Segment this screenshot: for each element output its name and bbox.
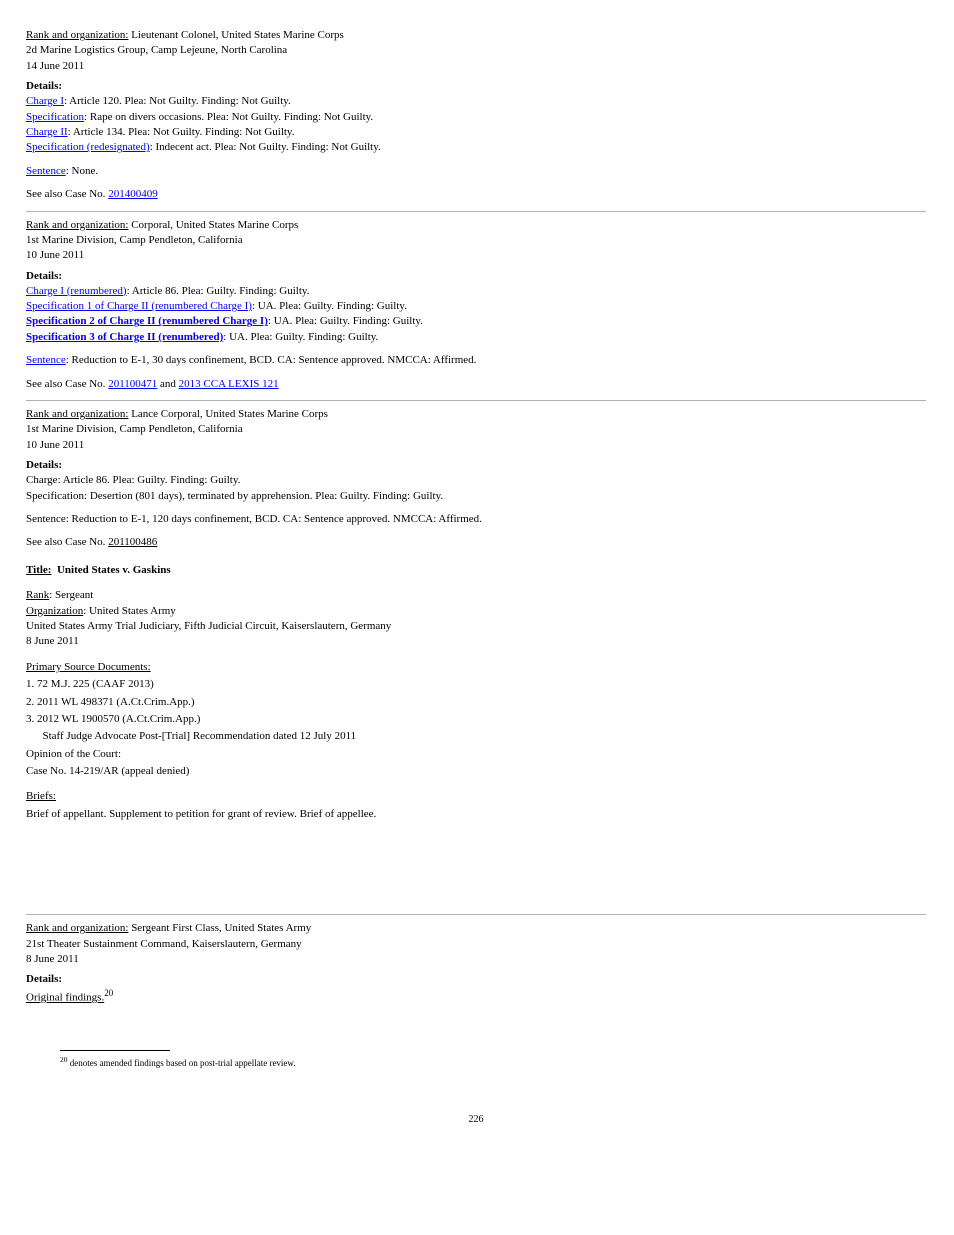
date-line: 10 June 2011 (26, 438, 926, 453)
detail-row: Specification 2 of Charge II (renumbered… (26, 314, 926, 329)
footnote-marker: 20 (60, 1055, 68, 1064)
caseno-value: 201100486 (108, 536, 157, 548)
footnote-separator (60, 1050, 170, 1051)
spec-link[interactable]: Specification (26, 111, 84, 123)
rank-label: Rank and organization: (26, 408, 128, 420)
brief-link: Brief of appellee. (300, 808, 377, 820)
unit-line: 1st Marine Division, Camp Pendleton, Cal… (26, 233, 926, 248)
separator (26, 914, 926, 915)
detail-row: Sentence: Reduction to E-1, 120 days con… (26, 512, 926, 527)
detail-row: Specification: Rape on divers occasions.… (26, 110, 926, 125)
details-heading: Details: (26, 270, 926, 282)
sentence-link[interactable]: Sentence (26, 354, 66, 366)
date-row: 8 June 2011 (26, 634, 926, 649)
caseno-link[interactable]: 201400409 (108, 188, 158, 200)
seealso-row: See also Case No. 201400409 (26, 187, 926, 202)
source-row: 1. 72 M.J. 225 (CAAF 2013) (26, 677, 926, 692)
details-heading: Details: (26, 80, 926, 92)
charge-link[interactable]: Charge I (renumbered) (26, 285, 127, 297)
org-row: Organization: United States Army (26, 604, 926, 619)
detail-row: Specification 3 of Charge II (renumbered… (26, 330, 926, 345)
date-line: 14 June 2011 (26, 59, 926, 74)
detail-row: Original findings.20 (26, 987, 926, 1006)
rank-value: Lance Corporal, United States Marine Cor… (131, 408, 328, 420)
detail-row: Charge: Article 86. Plea: Guilty. Findin… (26, 473, 926, 488)
detail-row: Charge I: Article 120. Plea: Not Guilty.… (26, 94, 926, 109)
detail-row: Specification: Desertion (801 days), ter… (26, 489, 926, 504)
unit-line: 21st Theater Sustainment Command, Kaiser… (26, 937, 926, 952)
rank-line: Rank and organization: Sergeant First Cl… (26, 921, 926, 936)
title-label: Title: (26, 564, 51, 576)
title-value: United States v. Gaskins (57, 564, 171, 576)
charge-link[interactable]: Charge II (26, 126, 68, 138)
details-heading: Details: (26, 459, 926, 471)
detail-row: Sentence: None. (26, 164, 926, 179)
rank-value: Lieutenant Colonel, United States Marine… (131, 29, 344, 41)
detail-row: Sentence: Reduction to E-1, 30 days conf… (26, 353, 926, 368)
case-section-2: Rank and organization: Corporal, United … (26, 218, 926, 393)
title-row: Title: United States v. Gaskins (26, 563, 926, 578)
spec-link[interactable]: Specification 2 of Charge II (renumbered… (26, 315, 268, 327)
rank-value: Corporal, United States Marine Corps (131, 219, 298, 231)
case-section-3: Rank and organization: Lance Corporal, U… (26, 407, 926, 551)
seealso-row: See also Case No. 201100471 and 2013 CCA… (26, 377, 926, 392)
case-entry: Title: United States v. Gaskins Rank: Se… (26, 563, 926, 822)
lexis-link[interactable]: 2013 CCA LEXIS 121 (179, 378, 279, 390)
location-row: United States Army Trial Judiciary, Fift… (26, 619, 926, 634)
charge-link[interactable]: Charge I (26, 95, 64, 107)
detail-row: Charge II: Article 134. Plea: Not Guilty… (26, 125, 926, 140)
rank-line: Rank and organization: Lance Corporal, U… (26, 407, 926, 422)
sentence-link[interactable]: Sentence (26, 165, 66, 177)
unit-line: 2d Marine Logistics Group, Camp Lejeune,… (26, 43, 926, 58)
rank-label: Rank and organization: (26, 219, 128, 231)
details-heading: Details: (26, 973, 926, 985)
source-row: Case No. 14-219/AR (appeal denied) (26, 764, 926, 779)
separator (26, 400, 926, 401)
source-row: Opinion of the Court: (26, 747, 926, 762)
source-row: 2. 2011 WL 498371 (A.Ct.Crim.App.) (26, 695, 926, 710)
spec-link[interactable]: Specification (redesignated) (26, 141, 150, 153)
page-number: 226 (26, 1114, 926, 1125)
source-row: 3. 2012 WL 1900570 (A.Ct.Crim.App.) (26, 712, 926, 727)
case-section-1: Rank and organization: Lieutenant Colone… (26, 28, 926, 203)
separator (26, 211, 926, 212)
seealso-row: See also Case No. 201100486 (26, 535, 926, 550)
rank-line: Rank and organization: Lieutenant Colone… (26, 28, 926, 43)
case-section-4: Rank and organization: Sergeant First Cl… (26, 921, 926, 1006)
rank-line: Rank and organization: Corporal, United … (26, 218, 926, 233)
date-line: 8 June 2011 (26, 952, 926, 967)
date-line: 10 June 2011 (26, 248, 926, 263)
rank-label: Rank and organization: (26, 29, 128, 41)
caseno-link[interactable]: 201100471 (108, 378, 157, 390)
brief-link: Supplement to petition for grant of revi… (109, 808, 297, 820)
spec-link[interactable]: Specification 3 of Charge II (renumbered… (26, 331, 223, 343)
sources-heading: Primary Source Documents: (26, 660, 926, 675)
detail-row: Specification 1 of Charge II (renumbered… (26, 299, 926, 314)
rank-row: Rank: Sergeant (26, 588, 926, 603)
detail-row: Specification (redesignated): Indecent a… (26, 140, 926, 155)
footnote-text: denotes amended findings based on post-t… (68, 1058, 296, 1068)
spec-link[interactable]: Specification 1 of Charge II (renumbered… (26, 300, 252, 312)
source-row: Staff Judge Advocate Post-[Trial] Recomm… (26, 729, 926, 744)
footnote: 20 denotes amended findings based on pos… (26, 1050, 926, 1070)
briefs-row: Brief of appellant. Supplement to petiti… (26, 807, 926, 822)
briefs-heading: Briefs: (26, 789, 926, 804)
detail-row: Charge I (renumbered): Article 86. Plea:… (26, 284, 926, 299)
unit-line: 1st Marine Division, Camp Pendleton, Cal… (26, 422, 926, 437)
